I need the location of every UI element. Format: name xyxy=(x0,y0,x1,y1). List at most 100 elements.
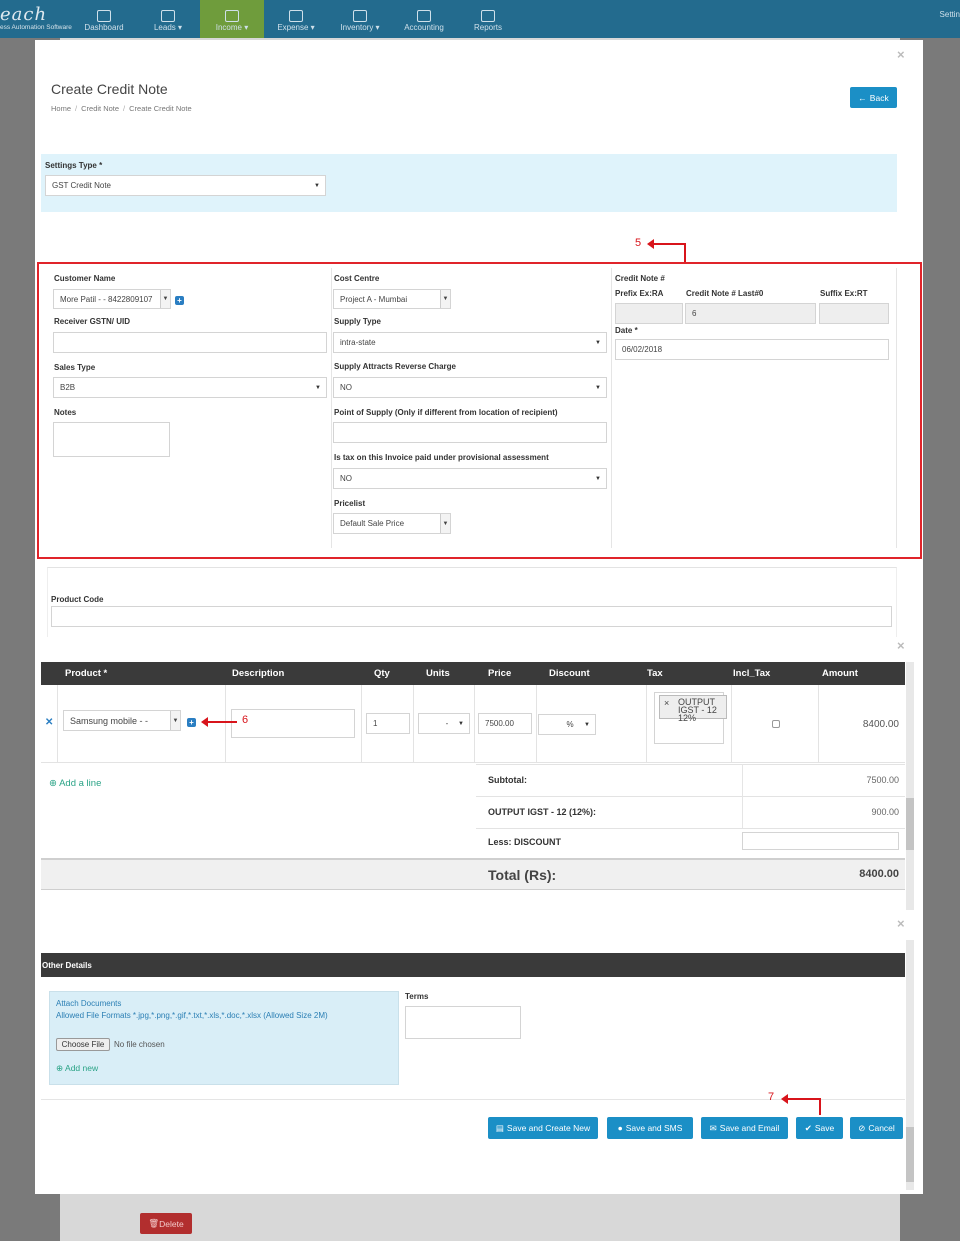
nav-accounting-label: Accounting xyxy=(404,23,444,32)
credit-note-number-input[interactable]: 6 xyxy=(685,303,816,324)
discount-unit-select[interactable]: % ▼ xyxy=(538,714,596,735)
add-product-icon[interactable]: + xyxy=(187,718,196,727)
breadcrumb: Home / Credit Note / Create Credit Note xyxy=(51,104,192,113)
trash-icon: 🗑 xyxy=(148,1218,160,1228)
igst-value: 900.00 xyxy=(871,807,899,817)
nav-expense[interactable]: Expense ▾ xyxy=(264,0,328,38)
nav-settings[interactable]: Settin xyxy=(940,10,960,19)
settings-type-select[interactable]: GST Credit Note ▼ xyxy=(45,175,326,196)
cell-divider xyxy=(536,685,537,763)
delete-label: Delete xyxy=(159,1218,184,1229)
units-select[interactable]: - ▼ xyxy=(418,713,470,734)
terms-textarea[interactable] xyxy=(405,1006,521,1039)
product-code-input[interactable] xyxy=(51,606,892,627)
cell-divider xyxy=(474,685,475,763)
annotation-5-arrow xyxy=(653,243,686,245)
prefix-input[interactable] xyxy=(615,303,683,324)
qty-input[interactable]: 1 xyxy=(366,713,410,734)
check-icon: ✔ xyxy=(804,1122,812,1133)
date-input[interactable]: 06/02/2018 xyxy=(615,339,889,360)
nav-income[interactable]: Income ▾ xyxy=(200,0,264,38)
close-icon[interactable]: × xyxy=(897,47,905,62)
total-bar: Total (Rs): 8400.00 xyxy=(41,858,905,890)
cost-centre-select[interactable]: Project A - Mumbai ▼ xyxy=(333,289,451,309)
chat-icon: ● xyxy=(617,1123,623,1133)
remove-tax-icon[interactable]: × xyxy=(664,699,669,708)
add-new-link[interactable]: ⊕ Add new xyxy=(56,1063,98,1074)
tax-tag: × OUTPUT IGST - 12 12% xyxy=(659,695,727,723)
inventory-icon xyxy=(353,10,367,22)
add-line-link[interactable]: ⊕ Add a line xyxy=(49,778,101,789)
settings-type-value: GST Credit Note xyxy=(52,181,111,190)
save-and-create-new-label: Save and Create New xyxy=(506,1123,591,1133)
reverse-charge-value: NO xyxy=(340,383,352,392)
nav-dashboard[interactable]: Dashboard xyxy=(72,0,136,38)
envelope-icon: ✉ xyxy=(709,1122,717,1133)
point-of-supply-input[interactable] xyxy=(333,422,607,443)
cell-divider xyxy=(818,685,819,763)
incl-tax-checkbox[interactable] xyxy=(772,720,780,728)
supply-type-select[interactable]: intra-state ▼ xyxy=(333,332,607,353)
cost-centre-label: Cost Centre xyxy=(334,274,380,283)
cell-divider xyxy=(361,685,362,763)
provisional-value: NO xyxy=(340,474,352,483)
description-input[interactable] xyxy=(231,709,355,738)
modal-scrollbar-thumb[interactable] xyxy=(906,1127,914,1182)
sales-type-select[interactable]: B2B ▼ xyxy=(53,377,327,398)
breadcrumb-home[interactable]: Home xyxy=(51,104,71,113)
customer-name-value: More Patil - - 8422809107 xyxy=(60,294,153,304)
igst-label: OUTPUT IGST - 12 (12%): xyxy=(488,807,597,817)
discount-label: Less: DISCOUNT xyxy=(488,837,562,847)
product-select[interactable]: Samsung mobile - - ▼ xyxy=(63,710,181,731)
price-input[interactable]: 7500.00 xyxy=(478,713,532,734)
table-scrollbar[interactable] xyxy=(906,662,914,910)
nav-accounting[interactable]: Accounting xyxy=(392,0,456,38)
reverse-charge-select[interactable]: NO ▼ xyxy=(333,377,607,398)
expense-icon xyxy=(289,10,303,22)
chevron-down-icon: ▼ xyxy=(315,384,321,391)
table-scrollbar-thumb[interactable] xyxy=(906,798,914,850)
nav-inventory[interactable]: Inventory ▾ xyxy=(328,0,392,38)
save-and-email-button[interactable]: ✉ Save and Email xyxy=(701,1117,788,1139)
header-price: Price xyxy=(488,668,512,679)
add-customer-icon[interactable]: + xyxy=(175,296,184,305)
receiver-gstn-label: Receiver GSTN/ UID xyxy=(54,317,131,326)
back-button[interactable]: ← Back xyxy=(850,87,897,108)
delete-button[interactable]: 🗑 Delete xyxy=(140,1213,192,1234)
customer-name-select[interactable]: More Patil - - 8422809107 ▼ xyxy=(53,289,171,309)
annotation-5-arrow-down xyxy=(684,243,686,262)
save-and-create-new-button[interactable]: ▤ Save and Create New xyxy=(488,1117,598,1139)
sales-type-value: B2B xyxy=(60,383,76,392)
pricelist-select[interactable]: Default Sale Price ▼ xyxy=(333,513,451,534)
date-label: Date * xyxy=(615,326,638,335)
close-icon[interactable]: × xyxy=(897,916,905,931)
settings-panel: Settings Type * GST Credit Note ▼ xyxy=(41,154,897,212)
price-value: 7500.00 xyxy=(485,719,514,728)
create-credit-note-modal: × Create Credit Note Home / Credit Note / Cr… xyxy=(35,40,923,1194)
breadcrumb-current: Create Credit Note xyxy=(129,104,192,113)
plus-circle-icon: ⊕ xyxy=(49,778,57,789)
choose-file-button[interactable]: Choose File xyxy=(56,1038,110,1051)
provisional-select[interactable]: NO ▼ xyxy=(333,468,607,489)
save-button[interactable]: ✔ Save xyxy=(796,1117,843,1139)
receiver-gstn-input[interactable] xyxy=(53,332,327,353)
save-and-sms-button[interactable]: ● Save and SMS xyxy=(607,1117,693,1139)
column-divider xyxy=(331,268,332,548)
notes-textarea[interactable] xyxy=(53,422,170,457)
nav-leads[interactable]: Leads ▾ xyxy=(136,0,200,38)
plus-circle-icon: ⊕ xyxy=(56,1063,64,1073)
nav-reports[interactable]: Reports xyxy=(456,0,520,38)
cancel-button[interactable]: ⊘ Cancel xyxy=(850,1117,903,1139)
header-units: Units xyxy=(426,668,450,679)
remove-row-icon[interactable]: ✕ xyxy=(45,717,53,728)
page-title: Create Credit Note xyxy=(51,81,168,97)
other-details-header: Other Details xyxy=(41,953,905,977)
suffix-input[interactable] xyxy=(819,303,889,324)
supply-type-value: intra-state xyxy=(340,338,376,347)
close-icon[interactable]: × xyxy=(897,638,905,653)
app-logo[interactable]: each ess Automation Software xyxy=(0,0,72,38)
reports-icon xyxy=(481,10,495,22)
credit-note-label: Credit Note # xyxy=(615,274,665,283)
discount-input[interactable] xyxy=(742,832,899,850)
breadcrumb-credit-note[interactable]: Credit Note xyxy=(81,104,119,113)
